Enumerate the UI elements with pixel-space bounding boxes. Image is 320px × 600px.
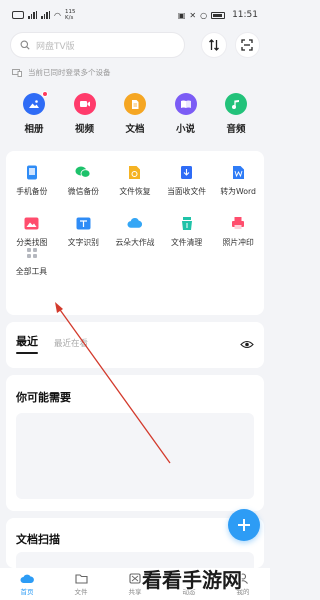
devices-icon bbox=[12, 68, 22, 77]
tools-card: 手机备份 微信备份 文件恢复 当面收文件 转为Word 分类找图 文字识别 云朵… bbox=[6, 151, 264, 315]
quick-videos-label: 视频 bbox=[74, 124, 94, 135]
add-fab-button[interactable] bbox=[228, 509, 260, 541]
signal-icon-2 bbox=[41, 11, 50, 19]
scan-button[interactable] bbox=[234, 32, 260, 58]
tool-file-restore[interactable]: 文件恢复 bbox=[109, 164, 161, 197]
tool-label: 转为Word bbox=[220, 187, 256, 196]
novel-book-icon bbox=[174, 93, 197, 115]
transfer-button[interactable] bbox=[201, 32, 227, 58]
tool-label: 照片冲印 bbox=[222, 238, 254, 247]
share-icon bbox=[129, 572, 141, 584]
home-cloud-icon bbox=[20, 574, 34, 583]
search-placeholder: 网盘TV版 bbox=[36, 41, 75, 52]
tool-phone-backup[interactable]: 手机备份 bbox=[6, 164, 58, 197]
quick-documents[interactable]: 文档 bbox=[115, 93, 155, 135]
file-restore-icon bbox=[127, 164, 143, 180]
tool-category-photos[interactable]: 分类找图 bbox=[6, 215, 58, 248]
category-photos-icon bbox=[24, 215, 40, 231]
battery-icon bbox=[211, 11, 226, 19]
quick-access-row: 相册 视频 文档 小说 音频 bbox=[6, 91, 264, 135]
convert-word-icon bbox=[230, 164, 246, 180]
tool-convert-word[interactable]: 转为Word bbox=[212, 164, 264, 197]
status-system: ▣ ✕ ○ 11:51 bbox=[178, 10, 258, 20]
quick-photos-label: 相册 bbox=[24, 124, 44, 135]
quick-videos[interactable]: 视频 bbox=[65, 93, 105, 135]
status-bar: ◠ 115 K/s ▣ ✕ ○ 11:51 bbox=[0, 0, 270, 30]
tool-label: 文件恢复 bbox=[119, 187, 151, 196]
tool-label: 微信备份 bbox=[67, 187, 99, 196]
signal-icon bbox=[28, 11, 37, 19]
mute-icon: ✕ bbox=[189, 10, 197, 20]
quick-documents-label: 文档 bbox=[125, 124, 145, 135]
wifi-icon: ◠ bbox=[54, 10, 61, 20]
suggestions-content[interactable] bbox=[16, 413, 254, 499]
tool-file-cleanup[interactable]: 文件清理 bbox=[161, 215, 213, 248]
nav-files[interactable]: 文件 bbox=[57, 573, 105, 596]
network-speed: 115 K/s bbox=[64, 9, 76, 21]
quick-novels[interactable]: 小说 bbox=[166, 93, 206, 135]
watermark-logo: 看看手游网 bbox=[142, 568, 242, 592]
text-recognition-icon bbox=[75, 215, 91, 231]
tool-label: 文字识别 bbox=[67, 238, 99, 247]
tool-text-recognition[interactable]: 文字识别 bbox=[58, 215, 110, 248]
visibility-toggle[interactable] bbox=[240, 334, 254, 353]
quick-novels-label: 小说 bbox=[175, 124, 195, 135]
phone-backup-icon bbox=[24, 164, 40, 180]
nav-home-label: 首页 bbox=[20, 587, 34, 596]
wechat-backup-icon bbox=[75, 164, 91, 180]
document-scan-title: 文档扫描 bbox=[16, 533, 60, 546]
audio-icon bbox=[225, 93, 247, 115]
video-icon bbox=[73, 93, 96, 115]
alarm-icon: ○ bbox=[200, 10, 208, 20]
quick-audio[interactable]: 音频 bbox=[216, 93, 256, 135]
search-row: 网盘TV版 bbox=[10, 32, 260, 58]
tool-wechat-backup[interactable]: 微信备份 bbox=[58, 164, 110, 197]
all-tools-button[interactable]: 全部工具 bbox=[6, 247, 57, 277]
tool-receive-file[interactable]: 当面收文件 bbox=[161, 164, 213, 197]
grid-apps-icon bbox=[26, 248, 37, 258]
tool-label: 当面收文件 bbox=[167, 187, 207, 196]
receive-file-icon bbox=[179, 164, 195, 180]
tab-recently-viewed[interactable]: 最近在看 bbox=[54, 337, 88, 349]
suggestions-title: 你可能需要 bbox=[16, 391, 71, 404]
document-icon bbox=[124, 93, 146, 115]
scan-icon bbox=[241, 39, 253, 51]
tool-photo-print[interactable]: 照片冲印 bbox=[212, 215, 264, 248]
nav-share-label: 共享 bbox=[128, 587, 142, 596]
tool-label: 文件清理 bbox=[171, 238, 203, 247]
cloud-game-icon bbox=[127, 215, 143, 231]
photo-album-icon bbox=[23, 91, 48, 115]
folder-icon bbox=[74, 573, 88, 584]
recent-card: 最近 最近在看 bbox=[6, 322, 264, 368]
recent-tabs: 最近 最近在看 bbox=[16, 333, 88, 354]
device-tip[interactable]: 当前已同时登录多个设备 bbox=[12, 67, 111, 78]
quick-audio-label: 音频 bbox=[226, 124, 246, 135]
quick-photos[interactable]: 相册 bbox=[14, 91, 54, 135]
tool-label: 手机备份 bbox=[16, 187, 48, 196]
all-tools-label: 全部工具 bbox=[15, 267, 48, 276]
clock: 11:51 bbox=[232, 10, 258, 20]
eye-icon bbox=[240, 340, 254, 349]
suggestions-card: 你可能需要 bbox=[6, 375, 264, 511]
device-tip-text: 当前已同时登录多个设备 bbox=[28, 68, 111, 77]
new-badge bbox=[42, 91, 48, 97]
nav-home[interactable]: 首页 bbox=[3, 573, 51, 596]
tab-recent[interactable]: 最近 bbox=[16, 333, 38, 354]
search-icon bbox=[20, 40, 30, 50]
search-input[interactable]: 网盘TV版 bbox=[10, 32, 185, 58]
photo-print-icon bbox=[230, 215, 246, 231]
tool-label: 云朵大作战 bbox=[115, 238, 155, 247]
nfc-icon: ▣ bbox=[177, 10, 186, 20]
sim-icon bbox=[12, 11, 24, 19]
nav-files-label: 文件 bbox=[74, 587, 88, 596]
file-cleanup-icon bbox=[179, 215, 195, 231]
tool-cloud-game[interactable]: 云朵大作战 bbox=[109, 215, 161, 248]
status-indicators: ◠ 115 K/s bbox=[12, 9, 75, 21]
transfer-icon bbox=[208, 39, 219, 51]
plus-icon bbox=[238, 519, 250, 531]
document-scan-card: 文档扫描 bbox=[6, 518, 264, 568]
tools-grid: 手机备份 微信备份 文件恢复 当面收文件 转为Word 分类找图 文字识别 云朵… bbox=[6, 164, 264, 248]
